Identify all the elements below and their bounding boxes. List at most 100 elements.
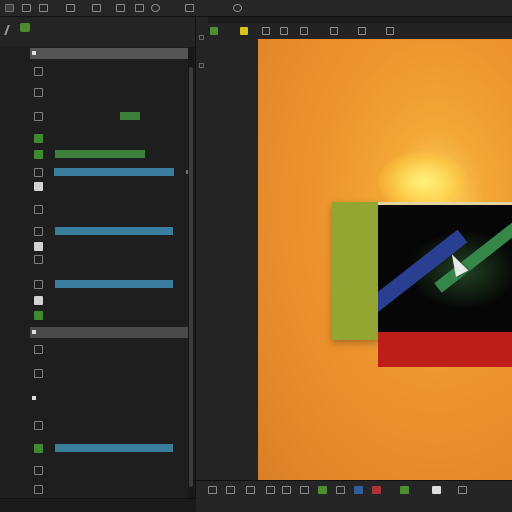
list-item[interactable] xyxy=(30,132,188,145)
list-item[interactable] xyxy=(30,419,188,432)
value-bar xyxy=(55,150,145,158)
viewport-left-gutter xyxy=(208,39,258,480)
grid-icon xyxy=(34,205,43,214)
section-toggle-icon[interactable] xyxy=(32,396,36,400)
grid-icon[interactable] xyxy=(300,486,309,494)
list-item[interactable] xyxy=(30,110,188,123)
chart-icon[interactable] xyxy=(226,486,235,494)
left-panel xyxy=(0,17,196,498)
green-square-icon[interactable] xyxy=(400,486,409,494)
list-item[interactable] xyxy=(30,483,188,496)
bottom-toolbar xyxy=(196,480,512,512)
yellow-square-icon[interactable] xyxy=(240,27,248,35)
red-square-icon[interactable] xyxy=(372,486,381,494)
camera-icon[interactable] xyxy=(336,486,345,494)
circle-icon[interactable] xyxy=(233,4,242,12)
left-panel-header xyxy=(0,17,195,47)
list-item[interactable] xyxy=(30,442,188,455)
section-toggle-icon[interactable] xyxy=(32,330,36,334)
list-item[interactable] xyxy=(30,166,190,179)
chain-icon[interactable] xyxy=(185,4,194,12)
expand-icon[interactable] xyxy=(458,486,467,494)
section-header[interactable] xyxy=(30,393,188,404)
list-item[interactable] xyxy=(30,225,188,238)
table-icon[interactable] xyxy=(66,4,75,12)
frame-icon xyxy=(34,311,43,320)
grid-icon[interactable] xyxy=(330,27,338,35)
list-item[interactable] xyxy=(30,240,188,253)
render-viewport[interactable] xyxy=(258,39,512,480)
settings-icon[interactable] xyxy=(358,27,366,35)
left-panel-footer xyxy=(0,498,196,512)
chart-icon xyxy=(34,369,43,378)
green-square-icon[interactable] xyxy=(318,486,327,494)
folder-icon[interactable] xyxy=(22,4,31,12)
document-icon[interactable] xyxy=(20,23,30,32)
pencil-icon[interactable] xyxy=(4,25,16,35)
sliders-icon xyxy=(34,150,43,159)
frame-icon[interactable] xyxy=(262,27,270,35)
settings-icon[interactable] xyxy=(135,4,144,12)
list-item[interactable] xyxy=(30,278,188,291)
top-toolbar xyxy=(0,0,512,17)
green-square-icon[interactable] xyxy=(210,27,218,35)
value-bar xyxy=(55,444,173,452)
document-icon xyxy=(34,421,43,430)
app-logo-icon[interactable] xyxy=(5,4,14,12)
frame-icon xyxy=(34,168,43,177)
grid-icon xyxy=(34,67,43,76)
value-bar xyxy=(55,227,173,235)
left-scrollbar[interactable] xyxy=(188,47,194,498)
section-toggle-icon[interactable] xyxy=(32,51,36,55)
value-bar xyxy=(120,112,140,120)
tool-strip xyxy=(196,17,208,512)
monitor-screen xyxy=(378,202,512,332)
list-item[interactable] xyxy=(30,253,188,266)
left-scrollbar-thumb[interactable] xyxy=(189,67,193,487)
document-icon[interactable] xyxy=(92,4,101,12)
grid-icon xyxy=(34,345,43,354)
camera-icon[interactable] xyxy=(151,4,160,12)
white-square-icon[interactable] xyxy=(432,486,441,494)
list-item[interactable] xyxy=(30,65,188,78)
list-item[interactable] xyxy=(30,464,188,477)
link-icon xyxy=(34,296,43,305)
list-item[interactable] xyxy=(30,180,188,193)
paint-icon xyxy=(34,242,43,251)
text-icon xyxy=(34,182,43,191)
document-icon xyxy=(34,255,43,264)
monitor-base xyxy=(378,331,512,367)
value-bar xyxy=(55,280,173,288)
chart-icon xyxy=(34,88,43,97)
list-item[interactable] xyxy=(30,86,188,99)
tool-icon[interactable] xyxy=(199,63,204,68)
layers-icon[interactable] xyxy=(386,27,394,35)
monitor-side-panel xyxy=(332,202,379,340)
blue-square-icon[interactable] xyxy=(354,486,363,494)
square-icon xyxy=(34,112,43,121)
table-icon[interactable] xyxy=(282,486,291,494)
edit-icon[interactable] xyxy=(39,4,48,12)
layers-icon xyxy=(34,134,43,143)
section-header[interactable] xyxy=(30,327,188,338)
value-bar xyxy=(54,168,174,176)
layers-icon xyxy=(34,227,43,236)
document-icon[interactable] xyxy=(280,27,288,35)
layers-icon xyxy=(34,444,43,453)
folder-icon[interactable] xyxy=(300,27,308,35)
list-item[interactable] xyxy=(30,343,188,356)
list-item[interactable] xyxy=(30,148,188,161)
square-icon xyxy=(34,485,43,494)
image-icon[interactable] xyxy=(116,4,125,12)
list-icon[interactable] xyxy=(208,486,217,494)
viewport-toolbar xyxy=(208,23,512,39)
list-item[interactable] xyxy=(30,367,188,380)
tool-icon[interactable] xyxy=(199,35,204,40)
frame-icon[interactable] xyxy=(266,486,275,494)
list-item[interactable] xyxy=(30,309,188,322)
list-item[interactable] xyxy=(30,294,188,307)
section-header-top[interactable] xyxy=(30,48,188,59)
list-item[interactable] xyxy=(30,203,188,216)
square-icon xyxy=(34,280,43,289)
document-icon[interactable] xyxy=(246,486,255,494)
